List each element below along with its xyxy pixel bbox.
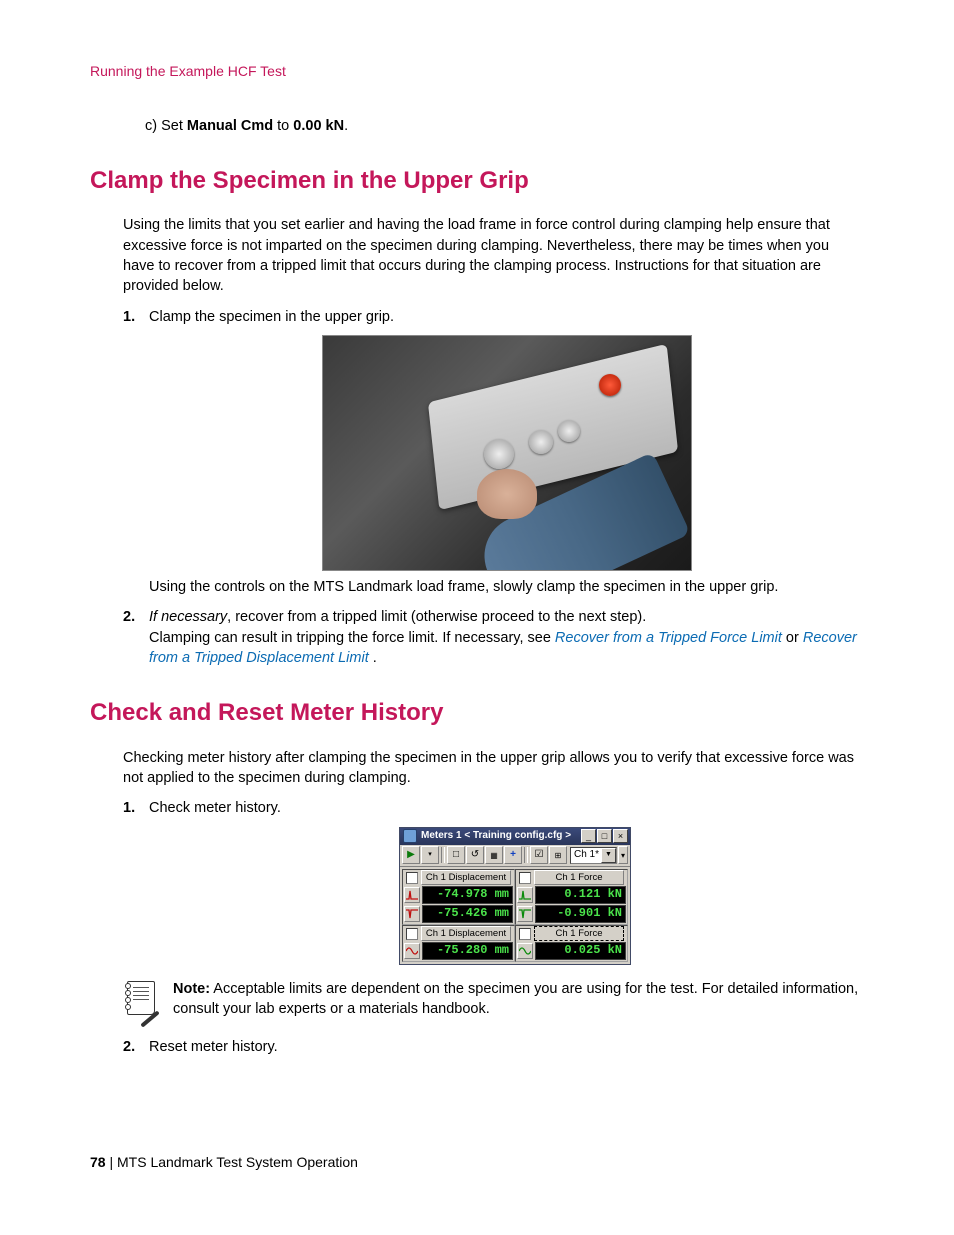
add-button[interactable]: + — [504, 846, 522, 864]
lcd-value: 0.121 kN — [535, 886, 626, 904]
checkbox[interactable] — [519, 872, 531, 884]
lcd-value: -0.901 kN — [535, 905, 626, 923]
lcd-value: -75.280 mm — [422, 942, 513, 960]
note-icon — [123, 979, 159, 1019]
peak-down-icon[interactable] — [404, 906, 420, 922]
heading-check-reset-meter: Check and Reset Meter History — [90, 696, 864, 730]
dropdown-button[interactable]: ▾ — [421, 846, 439, 864]
running-header: Running the Example HCF Test — [90, 62, 864, 82]
config-button[interactable]: ⊞ — [549, 846, 567, 864]
substep-mid: to — [273, 118, 293, 134]
figure-load-frame-photo — [322, 335, 692, 571]
meter-label-btn[interactable]: Ch 1 Force — [534, 870, 624, 885]
lcd-value: -74.978 mm — [422, 886, 513, 904]
meter-top-right: Ch 1 Force 0.121 kN -0.901 kN — [515, 869, 628, 925]
page-footer: 78 | MTS Landmark Test System Operation — [90, 1153, 358, 1173]
peak-down-icon[interactable] — [517, 906, 533, 922]
s1-step2: 2. If necessary, recover from a tripped … — [123, 607, 864, 668]
lcd-value: -75.426 mm — [422, 905, 513, 923]
meter-label-btn[interactable]: Ch 1 Displacement — [421, 870, 511, 885]
note-text-wrap: Note: Acceptable limits are dependent on… — [173, 979, 864, 1020]
step2-line2b: or — [782, 630, 803, 646]
meter-bot-right: Ch 1 Force 0.025 kN — [515, 925, 628, 962]
maximize-button[interactable]: □ — [597, 829, 612, 843]
step2-line2: Clamping can result in tripping the forc… — [149, 628, 864, 669]
substep-bold1: Manual Cmd — [187, 118, 273, 134]
meter-label-btn-selected[interactable]: Ch 1 Force — [534, 926, 624, 941]
heading-clamp-specimen: Clamp the Specimen in the Upper Grip — [90, 164, 864, 198]
sine-icon[interactable] — [404, 943, 420, 959]
app-icon — [403, 829, 417, 843]
check-button[interactable]: ☑ — [530, 846, 548, 864]
meter-label-btn[interactable]: Ch 1 Displacement — [421, 926, 511, 941]
reset-button[interactable]: ↺ — [466, 846, 484, 864]
minimize-button[interactable]: _ — [581, 829, 596, 843]
meter-bot-left: Ch 1 Displacement -75.280 mm — [402, 925, 515, 962]
step2-line2c: . — [369, 650, 377, 666]
step-text: Check meter history. — [149, 800, 281, 816]
step2-lead-rest: , recover from a tripped limit (otherwis… — [227, 609, 646, 625]
checkbox[interactable] — [406, 872, 418, 884]
footer-title: MTS Landmark Test System Operation — [117, 1154, 358, 1170]
extra-button[interactable]: ▾ — [618, 846, 628, 864]
window-title: Meters 1 < Training config.cfg > — [421, 829, 580, 843]
stop-button[interactable]: □ — [447, 846, 465, 864]
figure-caption: Using the controls on the MTS Landmark l… — [149, 577, 864, 597]
meters-toolbar: ▶ ▾ □ ↺ ▦ + ☑ ⊞ Ch 1* ▼ ▾ — [400, 845, 630, 867]
step-text: Reset meter history. — [149, 1039, 278, 1055]
substep-text-before: Set — [161, 118, 187, 134]
grid-button[interactable]: ▦ — [485, 846, 503, 864]
play-button[interactable]: ▶ — [402, 846, 420, 864]
note-text: Acceptable limits are dependent on the s… — [173, 981, 858, 1017]
peak-up-icon[interactable] — [517, 887, 533, 903]
step-number: 1. — [123, 307, 135, 327]
meters-window: Meters 1 < Training config.cfg > _ □ × ▶… — [399, 827, 631, 965]
combo-value: Ch 1* — [574, 848, 599, 862]
s2-step2: 2. Reset meter history. — [123, 1037, 864, 1057]
step-number: 2. — [123, 1037, 135, 1057]
s2-step1: 1. Check meter history. Meters 1 < Train… — [123, 798, 864, 964]
window-titlebar[interactable]: Meters 1 < Training config.cfg > _ □ × — [400, 828, 630, 845]
checkbox[interactable] — [519, 928, 531, 940]
close-button[interactable]: × — [613, 829, 628, 843]
substep-c: c) Set Manual Cmd to 0.00 kN. — [145, 116, 864, 136]
note-block: Note: Acceptable limits are dependent on… — [123, 979, 864, 1020]
section2-intro: Checking meter history after clamping th… — [123, 748, 864, 789]
estop-icon — [599, 374, 621, 396]
page-number: 78 — [90, 1154, 106, 1170]
note-label: Note: — [173, 981, 210, 997]
step2-line2a: Clamping can result in tripping the forc… — [149, 630, 555, 646]
substep-bold2: 0.00 kN — [293, 118, 344, 134]
step-number: 2. — [123, 607, 135, 627]
meter-top-left: Ch 1 Displacement -74.978 mm -75.426 mm — [402, 869, 515, 925]
step2-lead-italic: If necessary — [149, 609, 227, 625]
peak-up-icon[interactable] — [404, 887, 420, 903]
substep-after: . — [344, 118, 348, 134]
substep-letter: c) — [145, 118, 157, 134]
sine-icon[interactable] — [517, 943, 533, 959]
checkbox[interactable] — [406, 928, 418, 940]
lcd-value: 0.025 kN — [535, 942, 626, 960]
chevron-down-icon[interactable]: ▼ — [601, 848, 616, 863]
link-recover-force-limit[interactable]: Recover from a Tripped Force Limit — [555, 630, 782, 646]
footer-sep: | — [106, 1154, 117, 1170]
step-text: Clamp the specimen in the upper grip. — [149, 309, 394, 325]
channel-combo[interactable]: Ch 1* ▼ — [570, 847, 617, 864]
section1-intro: Using the limits that you set earlier an… — [123, 215, 864, 296]
step-number: 1. — [123, 798, 135, 818]
s1-step1: 1. Clamp the specimen in the upper grip.… — [123, 307, 864, 598]
